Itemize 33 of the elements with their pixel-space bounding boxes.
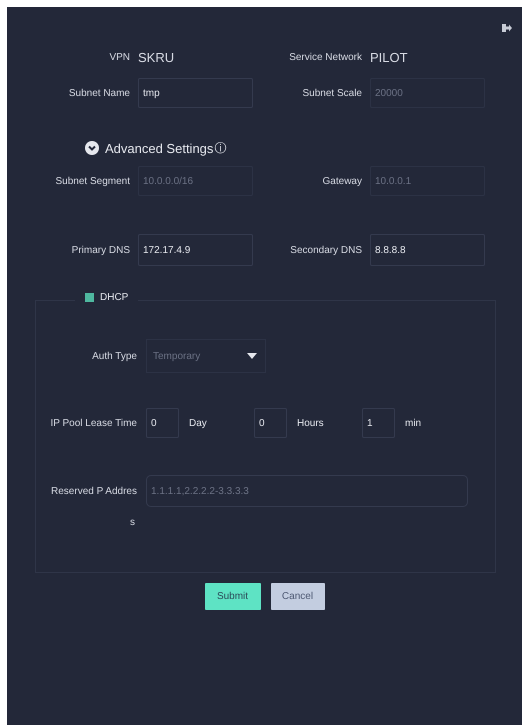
input-field[interactable]: 1 — [362, 408, 395, 438]
unit-label: Day — [188, 418, 208, 428]
chevron-icon[interactable] — [85, 141, 99, 155]
field-value: SKRU — [138, 50, 174, 64]
field-value: PILOT — [370, 50, 408, 64]
caret-icon — [247, 353, 257, 359]
field-label: Reserved P Addres — [51, 486, 137, 497]
input-field[interactable]: 1.1.1.1,2.2.2.2-3.3.3.3 — [146, 475, 468, 507]
field-label: IP Pool Lease Time — [49, 418, 137, 428]
input-field[interactable]: tmp — [138, 78, 253, 108]
cancel-button[interactable]: Cancel — [270, 583, 324, 610]
info-icon[interactable]: ⓘ — [214, 140, 226, 156]
submit-button[interactable]: Submit — [204, 583, 260, 610]
field-label: Secondary DNS — [289, 244, 362, 256]
field-label: Auth Type — [91, 350, 137, 362]
field-label: Subnet Scale — [302, 88, 362, 98]
field-label: Primary DNS — [70, 244, 130, 256]
field-label: VPN — [108, 52, 130, 62]
unit-label: min — [404, 418, 422, 428]
unit-label: Hours — [296, 418, 325, 428]
input-field[interactable]: 172.17.4.9 — [138, 234, 253, 266]
input-field[interactable]: 0 — [254, 408, 287, 438]
logout-icon[interactable] — [502, 23, 512, 33]
input-field[interactable]: 8.8.8.8 — [370, 234, 485, 266]
field-label: Subnet Segment — [54, 176, 130, 186]
field-label: s — [130, 517, 135, 528]
input-field[interactable]: 0 — [146, 408, 179, 438]
section-title: Advanced Settings — [105, 140, 214, 156]
field-label: Gateway — [322, 176, 362, 186]
checkbox[interactable] — [85, 293, 94, 302]
checkbox-label: DHCP — [100, 292, 128, 303]
field-label: Subnet Name — [68, 88, 130, 98]
field-label: Service Network — [288, 52, 362, 62]
